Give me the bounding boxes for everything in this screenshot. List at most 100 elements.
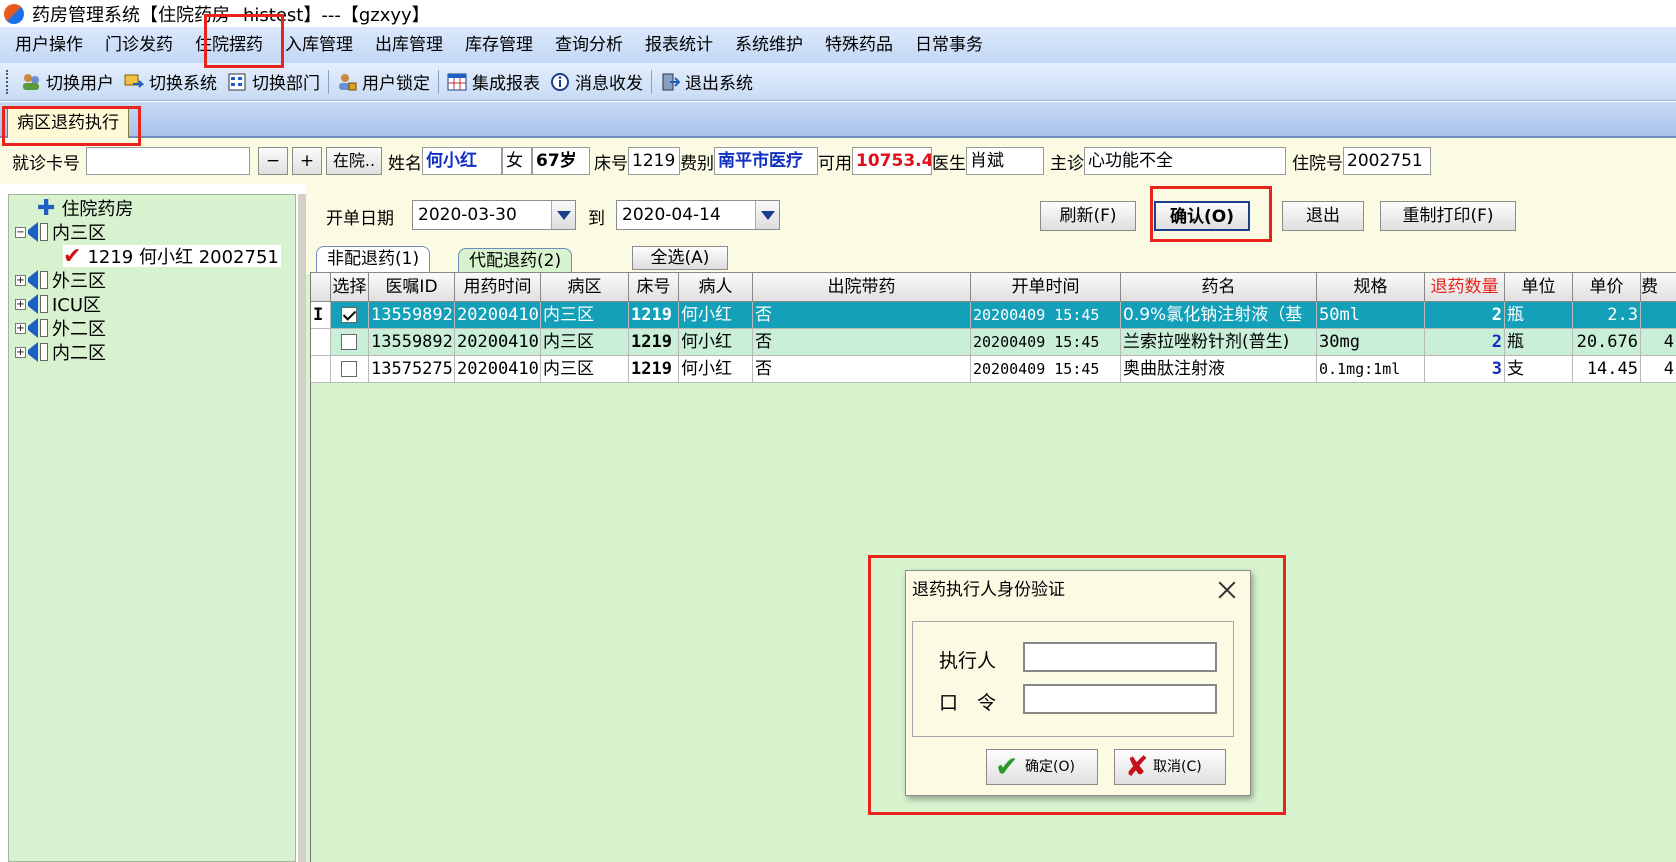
end-date-picker[interactable]: 2020-04-14 xyxy=(616,200,780,230)
col-drug-name[interactable]: 药名 xyxy=(1121,272,1317,302)
col-unit[interactable]: 单位 xyxy=(1505,272,1573,302)
fee-type-field: 南平市医疗 xyxy=(714,147,818,175)
tree-ward-node[interactable]: + 外三区 xyxy=(15,269,106,292)
minus-button[interactable]: − xyxy=(258,147,288,175)
expand-icon[interactable]: + xyxy=(15,322,26,334)
menu-query[interactable]: 查询分析 xyxy=(544,30,634,60)
tab-proxy-return[interactable]: 代配退药(2) xyxy=(458,248,573,274)
cell-order-time: 20200409 15:45 xyxy=(971,356,1121,383)
messages-button[interactable]: 消息收发 xyxy=(545,67,648,97)
expand-icon[interactable]: + xyxy=(15,274,26,286)
ok-button[interactable]: ✔ 确定(O) xyxy=(986,749,1098,785)
integrated-report-button[interactable]: 集成报表 xyxy=(442,67,545,97)
tab-ward-return[interactable]: 病区退药执行 xyxy=(7,108,129,138)
menu-reports[interactable]: 报表统计 xyxy=(634,30,724,60)
col-patient[interactable]: 病人 xyxy=(679,272,753,302)
switch-user-button[interactable]: 切换用户 xyxy=(16,67,119,97)
switch-system-button[interactable]: 切换系统 xyxy=(119,67,222,97)
col-ward[interactable]: 病区 xyxy=(541,272,629,302)
card-label: 就诊卡号 xyxy=(12,153,80,174)
table-row[interactable]: I 13559892 20200410 内三区 1219 何小红 否 20200… xyxy=(311,302,1676,329)
tree-ward-node[interactable]: + 内二区 xyxy=(15,341,106,364)
row-select-cell[interactable] xyxy=(331,329,369,356)
col-order-id[interactable]: 医嘱ID xyxy=(369,272,455,302)
cell-unit-price: 20.676 xyxy=(1573,329,1641,356)
col-return-qty[interactable]: 退药数量 xyxy=(1425,272,1505,302)
dropdown-arrow-icon[interactable] xyxy=(755,201,779,229)
reprint-button[interactable]: 重制打印(F) xyxy=(1380,201,1516,231)
page-icon xyxy=(40,271,48,289)
row-checkbox[interactable] xyxy=(341,334,357,350)
menu-inventory[interactable]: 库存管理 xyxy=(454,30,544,60)
password-input[interactable] xyxy=(1023,684,1217,714)
cell-order-time: 20200409 15:45 xyxy=(971,302,1121,329)
tab-non-dispensed-return[interactable]: 非配退药(1) xyxy=(316,246,431,274)
col-fee[interactable]: 费 xyxy=(1641,272,1676,302)
col-discharge-meds[interactable]: 出院带药 xyxy=(753,272,971,302)
row-select-cell[interactable] xyxy=(331,356,369,383)
plus-button[interactable]: + xyxy=(292,147,322,175)
confirm-button[interactable]: 确认(O) xyxy=(1154,201,1250,231)
refresh-button[interactable]: 刷新(F) xyxy=(1040,201,1136,231)
exit-door-icon xyxy=(660,72,681,92)
cell-discharge: 否 xyxy=(753,329,971,356)
bed-field: 1219 xyxy=(628,147,680,175)
tree-patient-node[interactable]: ✔ 1219 何小红 2002751 xyxy=(63,243,281,269)
menu-user-ops[interactable]: 用户操作 xyxy=(4,30,94,60)
menu-inpatient-dispense[interactable]: 住院摆药 xyxy=(184,30,274,60)
cancel-button[interactable]: ✘ 取消(C) xyxy=(1114,749,1226,785)
col-use-time[interactable]: 用药时间 xyxy=(455,272,541,302)
menu-system[interactable]: 系统维护 xyxy=(724,30,814,60)
patient-age-field: 67岁 xyxy=(532,147,590,175)
bed-label: 床号 xyxy=(594,153,628,174)
tree-ward-node[interactable]: + 外二区 xyxy=(15,317,106,340)
start-date-picker[interactable]: 2020-03-30 xyxy=(412,200,576,230)
menu-special-drugs[interactable]: 特殊药品 xyxy=(814,30,904,60)
toolbar-separator xyxy=(438,69,439,94)
col-order-time[interactable]: 开单时间 xyxy=(971,272,1121,302)
executor-input[interactable] xyxy=(1023,642,1217,672)
cell-spec: 0.1mg:1ml xyxy=(1317,356,1425,383)
expand-icon[interactable]: + xyxy=(15,298,26,310)
cell-ward: 内三区 xyxy=(541,356,629,383)
exit-button[interactable]: 退出 xyxy=(1282,201,1364,231)
lock-user-button[interactable]: 用户锁定 xyxy=(332,67,435,97)
expand-icon[interactable]: + xyxy=(15,346,26,358)
switch-department-button[interactable]: 切换部门 xyxy=(222,67,325,97)
menu-daily[interactable]: 日常事务 xyxy=(904,30,994,60)
exit-system-button[interactable]: 退出系统 xyxy=(655,67,758,97)
tree-ward-node[interactable]: − 内三区 xyxy=(15,221,106,244)
tree-root[interactable]: ✚ 住院药房 xyxy=(37,196,133,221)
close-icon[interactable] xyxy=(1216,579,1238,601)
cell-order-id: 13559892 xyxy=(369,302,455,329)
menu-stock-out[interactable]: 出库管理 xyxy=(364,30,454,60)
card-number-input[interactable] xyxy=(86,147,250,175)
dropdown-arrow-icon[interactable] xyxy=(551,201,575,229)
row-checkbox[interactable] xyxy=(341,307,357,323)
row-header-corner xyxy=(311,272,331,302)
checkmark-icon: ✔ xyxy=(63,243,82,269)
cell-use-time: 20200410 xyxy=(455,329,541,356)
col-select[interactable]: 选择 xyxy=(331,272,369,302)
toolbar-grip[interactable] xyxy=(6,69,10,94)
table-row[interactable]: 13575275 20200410 内三区 1219 何小红 否 2020040… xyxy=(311,356,1676,383)
col-unit-price[interactable]: 单价 xyxy=(1573,272,1641,302)
app-logo-icon xyxy=(4,3,24,24)
cell-order-time: 20200409 15:45 xyxy=(971,329,1121,356)
menu-outpatient[interactable]: 门诊发药 xyxy=(94,30,184,60)
row-checkbox[interactable] xyxy=(341,361,357,377)
col-bed[interactable]: 床号 xyxy=(629,272,679,302)
col-spec[interactable]: 规格 xyxy=(1317,272,1425,302)
row-select-cell[interactable] xyxy=(331,302,369,329)
table-row[interactable]: 13559892 20200410 内三区 1219 何小红 否 2020040… xyxy=(311,329,1676,356)
tree-ward-node[interactable]: + ICU区 xyxy=(15,293,101,316)
collapse-icon[interactable]: − xyxy=(15,226,26,238)
page-icon xyxy=(40,343,48,361)
inpatient-status-button[interactable]: 在院.. xyxy=(326,147,382,175)
pane-splitter[interactable] xyxy=(298,194,306,862)
page-icon xyxy=(40,223,48,241)
switch-system-icon xyxy=(124,72,145,92)
dialog-title: 退药执行人身份验证 xyxy=(912,580,1065,600)
menu-stock-in[interactable]: 入库管理 xyxy=(274,30,364,60)
select-all-button[interactable]: 全选(A) xyxy=(632,246,728,270)
